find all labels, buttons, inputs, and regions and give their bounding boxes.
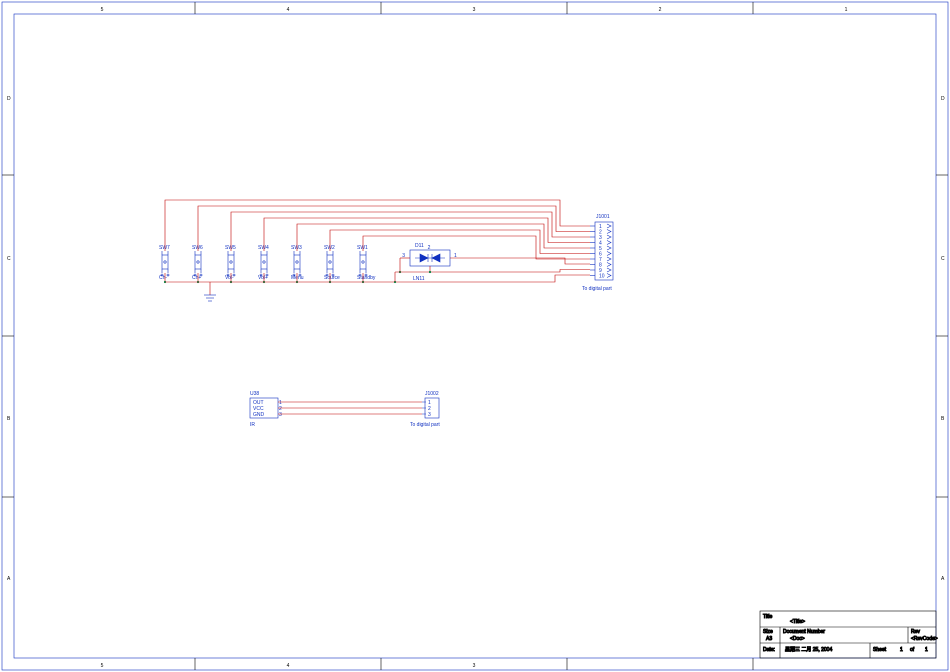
switch-sw7: SW7 Ch- — [159, 245, 170, 281]
sw-name: Ch- — [159, 275, 167, 281]
d11-ref: D11 — [415, 243, 424, 249]
grid-rows: D D C C B B A A — [7, 96, 945, 582]
row-l-2: B — [7, 416, 11, 422]
title-block: Title <Title> Size A3 Document Number <D… — [760, 611, 938, 658]
sw-name: Menu — [291, 275, 304, 281]
sw-ref: SW1 — [357, 245, 368, 251]
sw-ref: SW2 — [324, 245, 335, 251]
switch-sw6: SW6 Ch+ — [192, 245, 203, 281]
d11-pin2: 2 — [428, 245, 431, 251]
led-d11: D11 LN11 3 2 1 — [402, 243, 457, 282]
row-r-1: C — [941, 256, 945, 262]
tb-sheet-label: Sheet — [873, 647, 887, 653]
row-r-3: A — [941, 576, 945, 582]
d11-name: LN11 — [413, 276, 425, 282]
sw-name: Vol- — [225, 275, 234, 281]
tb-doc-label: Document Number — [783, 629, 825, 635]
col-top-4: 1 — [845, 7, 848, 13]
switch-sw3: SW3 Menu — [291, 245, 304, 281]
schematic-sheet: 5 4 3 2 1 5 4 3 D D C C B B A A SW7Ch-SW… — [0, 0, 950, 672]
col-bot-1: 4 — [287, 663, 290, 669]
row-l-1: C — [7, 256, 11, 262]
ir-pin-2: GND — [253, 412, 265, 418]
row-r-0: D — [941, 96, 945, 102]
ir-pn3: 3 — [279, 412, 282, 418]
row-r-2: B — [941, 416, 945, 422]
ir-u38: U38 OUT VCC GND 1 2 3 IR — [250, 391, 282, 428]
j1002-note: To digital part — [410, 422, 440, 428]
col-bot-2: 3 — [473, 663, 476, 669]
tb-sheet-tot: 1 — [925, 647, 928, 653]
gnd-symbol — [204, 282, 216, 301]
sw-ref: SW3 — [291, 245, 302, 251]
sw-ref: SW5 — [225, 245, 236, 251]
tb-size: A3 — [766, 636, 772, 642]
tb-doc: <Doc> — [790, 636, 805, 642]
row-l-3: A — [7, 576, 11, 582]
switch-sw4: SW4Vol+ — [258, 245, 269, 281]
tb-sheet-cur: 1 — [900, 647, 903, 653]
tb-size-label: Size — [763, 629, 773, 635]
col-top-0: 5 — [101, 7, 104, 13]
tb-rev-label: Rev — [911, 629, 920, 635]
j1001-ref: J1001 — [596, 214, 610, 220]
j1002-ref: J1002 — [425, 391, 439, 397]
tb-title-label: Title — [763, 614, 772, 620]
row-l-0: D — [7, 96, 11, 102]
j1001-note: To digital part — [582, 286, 612, 292]
tb-sheet-of: of — [910, 647, 915, 653]
sw-ref: SW6 — [192, 245, 203, 251]
grid-cols-top: 5 4 3 2 1 — [101, 7, 848, 13]
tb-title: <Title> — [790, 619, 805, 625]
u38-ref: U38 — [250, 391, 259, 397]
grid-cols-bot: 5 4 3 — [101, 663, 476, 669]
col-top-2: 3 — [473, 7, 476, 13]
j1002-p3: 3 — [428, 412, 431, 418]
col-top-1: 4 — [287, 7, 290, 13]
col-bot-0: 5 — [101, 663, 104, 669]
sw-ref: SW7 — [159, 245, 170, 251]
tb-rev: <RevCode> — [911, 636, 938, 642]
switch-sw5: SW5 Vol- — [225, 245, 236, 281]
switch-sw1: SW1Standby — [357, 245, 376, 281]
tb-date: 星期三 二月 25, 2004 — [785, 647, 832, 653]
tb-date-label: Date: — [763, 647, 775, 653]
conn-j1002: J1002 1 2 3 To digital part — [410, 391, 440, 428]
switch-sw2: SW2Source — [324, 245, 340, 281]
j1001-pin: 10 — [599, 274, 605, 280]
col-top-3: 2 — [659, 7, 662, 13]
sw-ref: SW4 — [258, 245, 269, 251]
ir-name: IR — [250, 422, 255, 428]
sw-name: Ch+ — [192, 275, 201, 281]
